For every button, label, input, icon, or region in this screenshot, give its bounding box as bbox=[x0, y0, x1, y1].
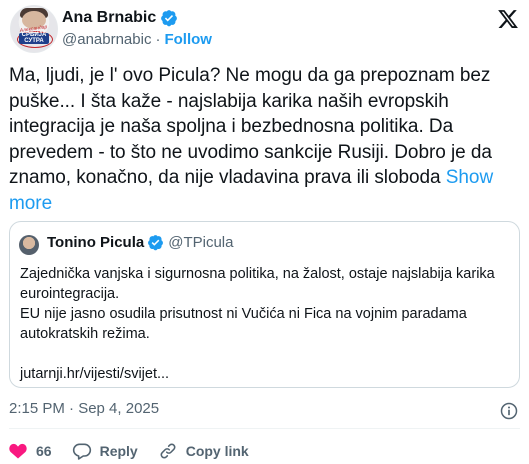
author-avatar[interactable]: Александар Вучић СРБИЈА СУТРА bbox=[10, 5, 58, 53]
quoted-text-line-2: EU nije jasno osudila prisutnost ni Vuči… bbox=[20, 306, 467, 342]
follow-button[interactable]: Follow bbox=[164, 31, 212, 48]
copy-link-button[interactable]: Copy link bbox=[158, 441, 249, 461]
tweet-body: Ma, ljudi, je l' ovo Picula? Ne mogu da … bbox=[9, 65, 492, 188]
quoted-text-line-1: Zajednička vanjska i sigurnosna politika… bbox=[20, 266, 495, 302]
like-count: 66 bbox=[36, 443, 52, 459]
quoted-tweet-text: Zajednička vanjska i sigurnosna politika… bbox=[20, 264, 510, 384]
author-handle-row: @anabrnabic · Follow bbox=[62, 31, 212, 48]
quoted-author-row: Tonino Picula @TPicula bbox=[47, 234, 233, 251]
link-icon bbox=[160, 443, 176, 459]
quoted-author-name[interactable]: Tonino Picula bbox=[47, 234, 144, 251]
quoted-link[interactable]: jutarnji.hr/vijesti/svijet... bbox=[20, 364, 510, 384]
verified-badge-icon bbox=[148, 235, 164, 251]
tweet-text: Ma, ljudi, je l' ovo Picula? Ne mogu da … bbox=[9, 63, 517, 216]
divider bbox=[9, 428, 520, 429]
action-bar: 66 Reply Copy link bbox=[8, 440, 269, 462]
reply-button[interactable]: Reply bbox=[72, 441, 138, 461]
quoted-author-handle[interactable]: @TPicula bbox=[168, 234, 233, 251]
info-icon[interactable] bbox=[499, 401, 519, 421]
reply-icon bbox=[72, 443, 91, 460]
like-button[interactable]: 66 bbox=[8, 441, 52, 461]
quoted-author-avatar[interactable] bbox=[19, 235, 39, 255]
author-handle[interactable]: @anabrnabic bbox=[62, 31, 151, 48]
heart-icon bbox=[9, 443, 27, 459]
author-name-row: Ana Brnabic bbox=[62, 8, 178, 28]
tweet-card: Александар Вучић СРБИЈА СУТРА Ana Brnabi… bbox=[0, 0, 529, 464]
x-logo-icon[interactable] bbox=[497, 8, 519, 30]
reply-label: Reply bbox=[99, 443, 138, 459]
timestamp[interactable]: 2:15 PM · Sep 4, 2025 bbox=[9, 400, 159, 417]
author-name[interactable]: Ana Brnabic bbox=[62, 9, 156, 27]
avatar-logo: СРБИЈА СУТРА bbox=[19, 32, 49, 44]
verified-badge-icon bbox=[161, 10, 178, 27]
quoted-tweet[interactable]: Tonino Picula @TPicula Zajednička vanjsk… bbox=[9, 221, 520, 388]
handle-separator: · bbox=[155, 31, 161, 48]
copy-link-label: Copy link bbox=[185, 443, 249, 459]
